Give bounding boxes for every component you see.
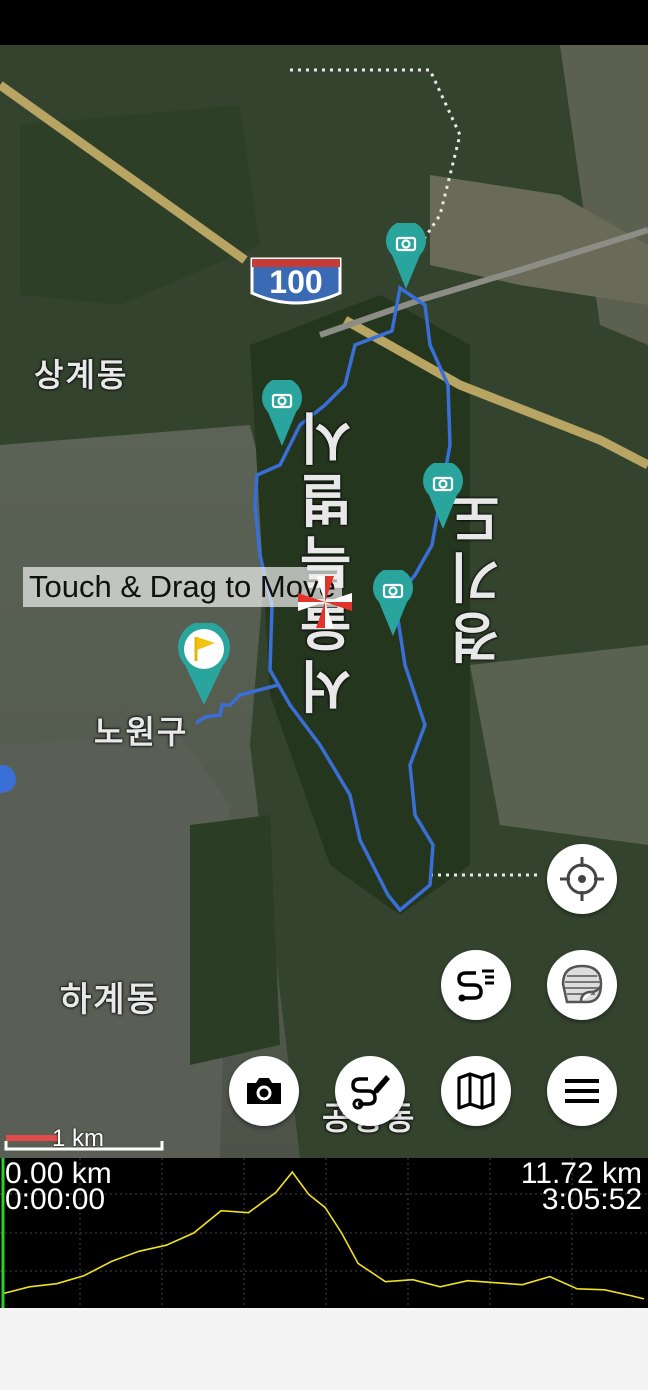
- route-list-button[interactable]: [441, 950, 511, 1020]
- crosshair-icon: [560, 857, 604, 901]
- route-list-icon: [457, 969, 494, 1002]
- draw-route-button[interactable]: [335, 1056, 405, 1126]
- photo-marker-icon[interactable]: [386, 223, 426, 289]
- navigation-area: [0, 1308, 648, 1390]
- photo-marker-icon[interactable]: [373, 570, 413, 636]
- map-icon: [457, 1072, 495, 1110]
- menu-button[interactable]: [547, 1056, 617, 1126]
- place-label-seoul: 서울특별시: [298, 405, 363, 715]
- highway-number: 100: [269, 264, 323, 300]
- camera-button[interactable]: [229, 1056, 299, 1126]
- end-time: 3:05:52: [541, 1183, 642, 1216]
- photo-marker-icon[interactable]: [262, 380, 302, 446]
- place-label-sanggye: 상계동: [34, 356, 129, 394]
- elevation-profile[interactable]: 0.00 km 0:00:00 11.72 km 3:05:52: [0, 1158, 648, 1308]
- start-flag-marker-icon[interactable]: [177, 623, 231, 705]
- place-label-hagye: 하계동: [60, 980, 160, 1020]
- status-bar: [0, 0, 648, 45]
- map-layer-button[interactable]: [547, 950, 617, 1020]
- map-button[interactable]: [441, 1056, 511, 1126]
- map-view[interactable]: 상계동 노원구 하계동 공릉동 서울특별시 경기도 100 Touch & Dr…: [0, 45, 648, 1158]
- draw-route-icon: [351, 1075, 390, 1110]
- photo-marker-icon[interactable]: [423, 463, 463, 529]
- menu-icon: [565, 1079, 599, 1103]
- scale-label: 1 km: [52, 1125, 105, 1152]
- map-layer-icon: [561, 964, 603, 1004]
- map-center-crosshair-icon: [298, 576, 352, 628]
- drag-hint-label: Touch & Drag to Move: [23, 567, 342, 607]
- place-label-nowon: 노원구: [94, 713, 189, 751]
- locate-button[interactable]: [547, 844, 617, 914]
- start-time: 0:00:00: [5, 1183, 106, 1216]
- camera-icon: [247, 1078, 281, 1104]
